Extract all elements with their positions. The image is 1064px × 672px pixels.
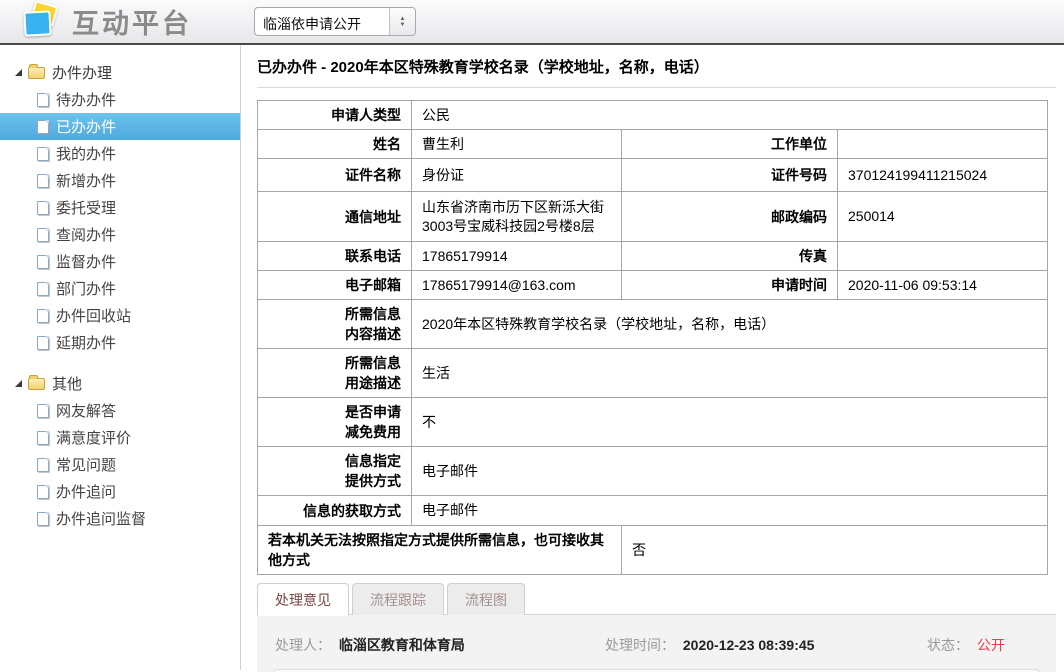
sidebar-item-delayed-cases[interactable]: 延期办件: [0, 329, 240, 356]
tab-process-opinion[interactable]: 处理意见: [257, 583, 349, 616]
field-label-info-content: 所需信息 内容描述: [258, 300, 412, 349]
field-label-cert-no: 证件号码: [622, 159, 838, 192]
tree-expand-icon: [15, 380, 22, 387]
tab-process-tracking[interactable]: 流程跟踪: [352, 583, 444, 615]
field-value-cert-name: 身份证: [412, 159, 622, 192]
document-icon: [37, 174, 49, 188]
field-value-apply-time: 2020-11-06 09:53:14: [838, 271, 1048, 300]
field-label-apply-time: 申请时间: [622, 271, 838, 300]
tab-flow-chart[interactable]: 流程图: [447, 583, 525, 615]
sidebar-item-review-cases[interactable]: 查阅办件: [0, 221, 240, 248]
folder-icon: [28, 67, 45, 79]
document-icon: [37, 485, 49, 499]
field-value-info-use: 生活: [412, 349, 1048, 398]
page-title: 已办办件 - 2020年本区特殊教育学校名录（学校地址，名称，电话）: [257, 45, 1056, 88]
tree-group-case-handling[interactable]: 办件办理: [0, 59, 240, 86]
field-value-email: 17865179914@163.com: [412, 271, 622, 300]
sidebar-item-supervise-cases[interactable]: 监督办件: [0, 248, 240, 275]
field-value-work-unit: [838, 130, 1048, 159]
process-time-value: 2020-12-23 08:39:45: [683, 637, 815, 653]
process-opinion-panel: 处理人： 临淄区教育和体育局 处理时间： 2020-12-23 08:39:45…: [257, 614, 1056, 672]
document-icon: [37, 255, 49, 269]
field-label-name: 姓名: [258, 130, 412, 159]
field-value-cert-no: 370124199411215024: [838, 159, 1048, 192]
field-label-email: 电子邮箱: [258, 271, 412, 300]
main-content: 已办办件 - 2020年本区特殊教育学校名录（学校地址，名称，电话） 申请人类型…: [241, 45, 1064, 670]
select-spinner-icon[interactable]: ▲▼: [389, 8, 415, 35]
field-value-fallback-method: 否: [622, 526, 1048, 575]
document-icon: [37, 336, 49, 350]
field-label-phone: 联系电话: [258, 242, 412, 271]
field-label-fee-waiver: 是否申请 减免费用: [258, 398, 412, 447]
field-value-info-content: 2020年本区特殊教育学校名录（学校地址，名称，电话）: [412, 300, 1048, 349]
document-icon: [37, 201, 49, 215]
sidebar-item-faq[interactable]: 常见问题: [0, 451, 240, 478]
field-value-fee-waiver: 不: [412, 398, 1048, 447]
field-label-info-use: 所需信息 用途描述: [258, 349, 412, 398]
field-value-fax: [838, 242, 1048, 271]
document-icon: [37, 282, 49, 296]
folder-icon: [28, 378, 45, 390]
field-label-postcode: 邮政编码: [622, 192, 838, 242]
document-icon: [37, 512, 49, 526]
tree-group-others[interactable]: 其他: [0, 370, 240, 397]
field-value-address: 山东省济南市历下区新泺大街3003号宝威科技园2号楼8层: [412, 192, 622, 242]
process-time-label: 处理时间：: [605, 637, 675, 653]
app-header: 互动平台 临淄依申请公开 ▲▼: [0, 0, 1064, 45]
status-label: 状态：: [927, 637, 969, 653]
sidebar-item-netizen-answers[interactable]: 网友解答: [0, 397, 240, 424]
sidebar-item-pending-cases[interactable]: 待办办件: [0, 86, 240, 113]
field-value-provide-method: 电子邮件: [412, 447, 1048, 496]
sidebar-item-department-cases[interactable]: 部门办件: [0, 275, 240, 302]
field-label-provide-method: 信息指定 提供方式: [258, 447, 412, 496]
field-label-obtain-method: 信息的获取方式: [258, 496, 412, 526]
field-label-applicant-type: 申请人类型: [258, 101, 412, 130]
sidebar-item-case-follow-up[interactable]: 办件追问: [0, 478, 240, 505]
category-select[interactable]: 临淄依申请公开 ▲▼: [254, 7, 416, 36]
document-icon: [37, 147, 49, 161]
document-icon: [37, 404, 49, 418]
field-label-fallback-method: 若本机关无法按照指定方式提供所需信息，也可接收其他方式: [258, 526, 622, 575]
field-label-address: 通信地址: [258, 192, 412, 242]
field-label-work-unit: 工作单位: [622, 130, 838, 159]
field-value-obtain-method: 电子邮件: [412, 496, 1048, 526]
document-icon: [37, 431, 49, 445]
application-detail-table: 申请人类型 公民 姓名 曹生利 工作单位 证件名称 身份证 证件号码 37012…: [257, 100, 1048, 575]
field-value-name: 曹生利: [412, 130, 622, 159]
handler-value: 临淄区教育和体育局: [339, 637, 465, 653]
sidebar-item-entrusted-acceptance[interactable]: 委托受理: [0, 194, 240, 221]
document-icon: [37, 309, 49, 323]
sidebar-item-completed-cases[interactable]: 已办办件: [0, 113, 240, 140]
field-label-cert-name: 证件名称: [258, 159, 412, 192]
handler-label: 处理人：: [275, 637, 331, 653]
sidebar-tree: 办件办理 待办办件 已办办件 我的办件 新增办件 委托受理: [0, 45, 241, 670]
field-label-fax: 传真: [622, 242, 838, 271]
sidebar-item-my-cases[interactable]: 我的办件: [0, 140, 240, 167]
app-title: 互动平台: [72, 2, 192, 41]
sidebar-item-satisfaction-rating[interactable]: 满意度评价: [0, 424, 240, 451]
tree-expand-icon: [15, 69, 22, 76]
app-logo-icon: [18, 2, 64, 42]
category-select-value: 临淄依申请公开: [255, 8, 389, 35]
sidebar-item-follow-up-supervision[interactable]: 办件追问监督: [0, 505, 240, 532]
status-badge: 公开: [977, 637, 1005, 653]
field-value-applicant-type: 公民: [412, 101, 1048, 130]
field-value-postcode: 250014: [838, 192, 1048, 242]
sidebar-item-new-case[interactable]: 新增办件: [0, 167, 240, 194]
document-icon: [37, 228, 49, 242]
document-icon: [37, 458, 49, 472]
sidebar-item-case-recycle-bin[interactable]: 办件回收站: [0, 302, 240, 329]
document-icon: [37, 120, 49, 134]
detail-tabs: 处理意见 流程跟踪 流程图: [257, 583, 1056, 615]
field-value-phone: 17865179914: [412, 242, 622, 271]
document-icon: [37, 93, 49, 107]
